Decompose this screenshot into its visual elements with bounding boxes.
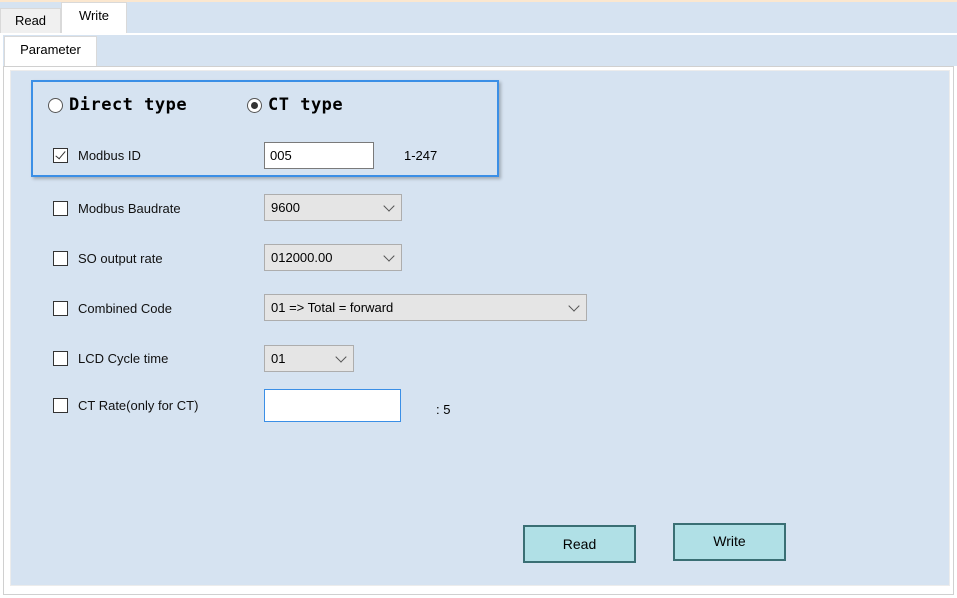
radio-unchecked-icon[interactable] [48,97,63,113]
chevron-down-icon[interactable] [383,200,395,212]
so-output-rate-label: SO output rate [78,250,163,266]
ct-rate-input[interactable] [264,389,401,422]
modbus-id-range-hint: 1-247 [404,148,438,163]
radio-direct-type[interactable]: Direct type [48,93,187,117]
modbus-id-input[interactable]: 005 [264,142,374,169]
ct-rate-row: CT Rate(only for CT) [53,394,198,416]
modbus-baudrate-select[interactable]: 9600 [264,194,402,221]
radio-ct-type[interactable]: CT type [247,93,343,117]
so-output-rate-row: SO output rate [53,247,163,269]
ct-rate-checkbox[interactable] [53,397,68,413]
chevron-down-icon[interactable] [383,250,395,262]
tab-write[interactable]: Write [61,2,127,34]
lcd-cycle-time-checkbox[interactable] [53,350,68,366]
modbus-baudrate-row: Modbus Baudrate [53,197,181,219]
so-output-rate-select[interactable]: 012000.00 [264,244,402,271]
modbus-baudrate-label: Modbus Baudrate [78,200,181,216]
modbus-id-row: Modbus ID [53,144,141,166]
tab-parameter[interactable]: Parameter [4,36,97,68]
modbus-baudrate-checkbox[interactable] [53,200,68,216]
lcd-cycle-time-row: LCD Cycle time [53,347,168,369]
modbus-baudrate-value: 9600 [271,200,300,215]
radio-direct-type-label: Direct type [69,95,188,115]
lcd-cycle-time-value: 01 [271,351,286,366]
ct-rate-ratio-hint: : 5 [436,402,451,417]
ct-rate-label: CT Rate(only for CT) [78,397,199,413]
combined-code-value: 01 => Total = forward [271,300,394,315]
chevron-down-icon[interactable] [568,300,580,312]
combined-code-label: Combined Code [78,300,172,316]
so-output-rate-value: 012000.00 [271,250,333,265]
modbus-id-label: Modbus ID [78,147,141,163]
combined-code-checkbox[interactable] [53,300,68,316]
radio-checked-icon[interactable] [247,97,262,113]
tab-read[interactable]: Read [0,8,61,33]
radio-ct-type-label: CT type [268,95,344,115]
so-output-rate-checkbox[interactable] [53,250,68,266]
outer-tab-strip [0,2,957,33]
modbus-id-checkbox[interactable] [53,147,68,163]
write-button[interactable]: Write [673,523,786,561]
inner-tab-strip [3,35,957,66]
combined-code-select[interactable]: 01 => Total = forward [264,294,587,321]
lcd-cycle-time-label: LCD Cycle time [78,350,169,366]
combined-code-row: Combined Code [53,297,172,319]
lcd-cycle-time-select[interactable]: 01 [264,345,354,372]
read-button[interactable]: Read [523,525,636,563]
chevron-down-icon[interactable] [335,351,347,363]
